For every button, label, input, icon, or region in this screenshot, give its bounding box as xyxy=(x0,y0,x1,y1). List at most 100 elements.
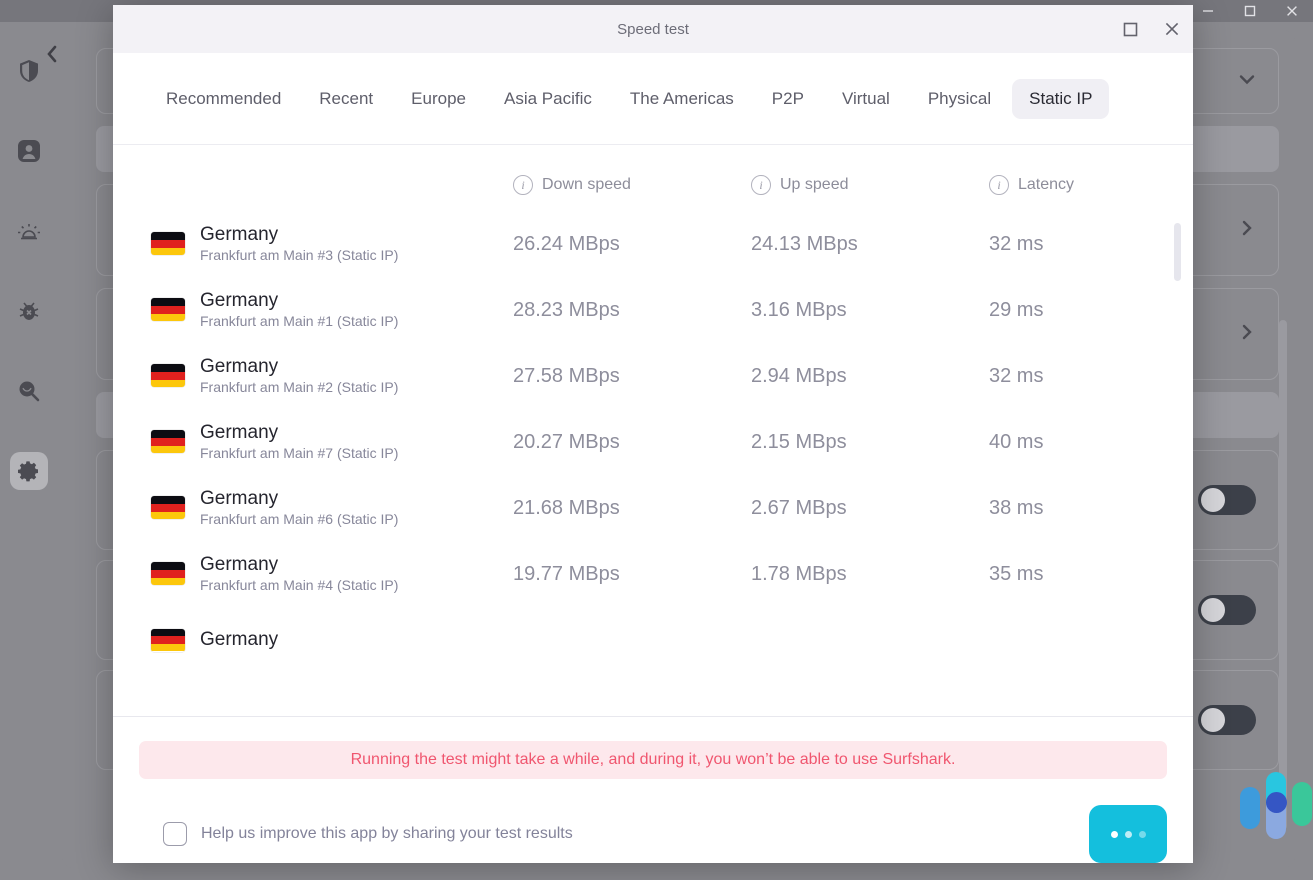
flag-germany-icon xyxy=(151,496,185,519)
share-results-label: Help us improve this app by sharing your… xyxy=(201,825,573,843)
tab-recommended[interactable]: Recommended xyxy=(149,79,298,119)
table-row[interactable]: Germany Frankfurt am Main #7 (Static IP)… xyxy=(113,409,1193,475)
table-row[interactable]: Germany Frankfurt am Main #3 (Static IP)… xyxy=(113,211,1193,277)
decor-dot-blue xyxy=(1266,792,1287,813)
loading-dot-icon xyxy=(1139,831,1146,838)
server-city: Frankfurt am Main #1 (Static IP) xyxy=(200,313,398,330)
back-button[interactable] xyxy=(40,42,64,71)
cell-latency: 29 ms xyxy=(989,299,1193,322)
warning-notice: Running the test might take a while, and… xyxy=(139,741,1167,779)
maximize-icon[interactable] xyxy=(1229,0,1271,22)
tab-static-ip[interactable]: Static IP xyxy=(1012,79,1109,119)
column-headers: i Down speed i Up speed i Latency xyxy=(113,145,1193,211)
run-test-button[interactable] xyxy=(1089,805,1167,863)
server-country: Germany xyxy=(200,629,278,651)
sidebar-rail xyxy=(0,22,58,880)
info-icon[interactable]: i xyxy=(989,175,1009,195)
footer-actions: Help us improve this app by sharing your… xyxy=(139,779,1167,863)
tab-asia-pacific[interactable]: Asia Pacific xyxy=(487,79,609,119)
server-country: Germany xyxy=(200,290,398,312)
cell-up-speed: 24.13 MBps xyxy=(751,233,989,256)
tab-p2p[interactable]: P2P xyxy=(755,79,821,119)
server-name-cell: Germany Frankfurt am Main #7 (Static IP) xyxy=(151,422,513,462)
server-name-cell: Germany Frankfurt am Main #2 (Static IP) xyxy=(151,356,513,396)
server-city: Frankfurt am Main #6 (Static IP) xyxy=(200,511,398,528)
server-list: Germany Frankfurt am Main #3 (Static IP)… xyxy=(113,211,1193,716)
region-tabs: Recommended Recent Europe Asia Pacific T… xyxy=(113,53,1193,145)
search-privacy-icon xyxy=(17,379,41,403)
alert-icon xyxy=(16,219,42,243)
column-header-up-speed-label: Up speed xyxy=(780,176,849,194)
server-country: Germany xyxy=(200,356,398,378)
account-icon xyxy=(17,139,41,163)
dialog-title: Speed test xyxy=(617,21,689,38)
server-city: Frankfurt am Main #7 (Static IP) xyxy=(200,445,398,462)
cell-down-speed: 26.24 MBps xyxy=(513,233,751,256)
close-icon[interactable] xyxy=(1271,0,1313,22)
loading-dot-icon xyxy=(1125,831,1132,838)
minimize-icon[interactable] xyxy=(1187,0,1229,22)
table-row[interactable]: Germany Frankfurt am Main #1 (Static IP)… xyxy=(113,277,1193,343)
server-name-cell: Germany xyxy=(151,629,513,652)
bg-toggle-2[interactable] xyxy=(1198,595,1256,625)
sidebar-item-settings[interactable] xyxy=(10,452,48,490)
cell-up-speed: 2.94 MBps xyxy=(751,365,989,388)
server-city: Frankfurt am Main #2 (Static IP) xyxy=(200,379,398,396)
server-list-scrollbar[interactable] xyxy=(1174,223,1181,281)
cell-up-speed: 2.67 MBps xyxy=(751,497,989,520)
shield-icon xyxy=(18,59,40,83)
table-row[interactable]: Germany Frankfurt am Main #4 (Static IP)… xyxy=(113,541,1193,607)
cell-latency: 40 ms xyxy=(989,431,1193,454)
app-window-controls xyxy=(1187,0,1313,22)
dialog-footer: Running the test might take a while, and… xyxy=(113,717,1193,863)
server-city: Frankfurt am Main #4 (Static IP) xyxy=(200,577,398,594)
cell-up-speed: 3.16 MBps xyxy=(751,299,989,322)
speed-test-dialog: Speed test Recommended Recent Europe Asi… xyxy=(113,5,1193,863)
chevron-right-icon xyxy=(1236,321,1258,348)
cell-up-speed: 2.15 MBps xyxy=(751,431,989,454)
dialog-close-icon[interactable] xyxy=(1151,5,1193,53)
sidebar-item-alert[interactable] xyxy=(10,212,48,250)
decor-pill-blue xyxy=(1240,787,1260,829)
background-scrollbar[interactable] xyxy=(1279,320,1287,830)
share-results-checkbox[interactable] xyxy=(163,822,187,846)
cell-down-speed: 27.58 MBps xyxy=(513,365,751,388)
sidebar-item-antivirus[interactable] xyxy=(10,292,48,330)
column-header-latency: i Latency xyxy=(989,175,1193,195)
flag-germany-icon xyxy=(151,298,185,321)
table-row[interactable]: Germany xyxy=(113,607,1193,673)
decor-pill-green xyxy=(1292,782,1312,826)
table-row[interactable]: Germany Frankfurt am Main #6 (Static IP)… xyxy=(113,475,1193,541)
dialog-maximize-icon[interactable] xyxy=(1109,5,1151,53)
bg-toggle-3[interactable] xyxy=(1198,705,1256,735)
flag-germany-icon xyxy=(151,364,185,387)
server-name-cell: Germany Frankfurt am Main #1 (Static IP) xyxy=(151,290,513,330)
dialog-window-controls xyxy=(1109,5,1193,53)
server-name-cell: Germany Frankfurt am Main #6 (Static IP) xyxy=(151,488,513,528)
server-name-cell: Germany Frankfurt am Main #3 (Static IP) xyxy=(151,224,513,264)
info-icon[interactable]: i xyxy=(751,175,771,195)
sidebar-item-account[interactable] xyxy=(10,132,48,170)
bug-icon xyxy=(17,299,41,323)
table-row[interactable]: Germany Frankfurt am Main #2 (Static IP)… xyxy=(113,343,1193,409)
cell-down-speed: 28.23 MBps xyxy=(513,299,751,322)
tab-recent[interactable]: Recent xyxy=(302,79,390,119)
flag-germany-icon xyxy=(151,562,185,585)
tab-physical[interactable]: Physical xyxy=(911,79,1008,119)
sidebar-item-search[interactable] xyxy=(10,372,48,410)
cell-latency: 32 ms xyxy=(989,233,1193,256)
flag-germany-icon xyxy=(151,232,185,255)
tab-europe[interactable]: Europe xyxy=(394,79,483,119)
column-header-down-speed-label: Down speed xyxy=(542,176,631,194)
cell-latency: 38 ms xyxy=(989,497,1193,520)
loading-dot-icon xyxy=(1111,831,1118,838)
tab-the-americas[interactable]: The Americas xyxy=(613,79,751,119)
cell-latency: 32 ms xyxy=(989,365,1193,388)
flag-germany-icon xyxy=(151,430,185,453)
tab-virtual[interactable]: Virtual xyxy=(825,79,907,119)
bg-toggle-1[interactable] xyxy=(1198,485,1256,515)
chevron-down-icon xyxy=(1236,68,1258,95)
share-results-row[interactable]: Help us improve this app by sharing your… xyxy=(139,822,573,846)
cell-down-speed: 20.27 MBps xyxy=(513,431,751,454)
info-icon[interactable]: i xyxy=(513,175,533,195)
